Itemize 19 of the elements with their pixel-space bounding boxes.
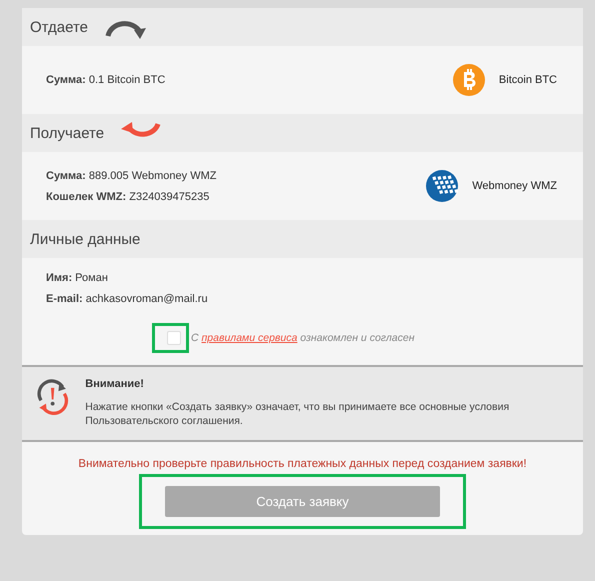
info-line: Сумма: 0.1 Bitcoin BTC — [46, 74, 166, 86]
bitcoin-icon — [452, 64, 485, 96]
checkbox[interactable] — [167, 331, 181, 345]
info-line: E-mail: achkasovroman@mail.ru — [46, 293, 209, 305]
section-title: Отдаете — [30, 18, 88, 36]
rules-link[interactable]: правилами сервиса — [202, 332, 298, 344]
notice-title: Внимание! — [85, 378, 145, 390]
info-line: Сумма: 889.005 Webmoney WMZ — [46, 170, 216, 182]
info-line: Имя: Роман — [46, 272, 109, 284]
agreement-text: С правилами сервиса ознакомлен и согласен — [191, 332, 414, 344]
globe-icon — [426, 170, 458, 202]
warning-text: Внимательно проверьте правильность платежных данных перед созданием заявки! — [78, 458, 527, 470]
section-title: Получаете — [30, 124, 104, 142]
currency-name: Bitcoin BTC — [498, 74, 557, 86]
warning-icon — [36, 377, 70, 417]
section-title: Личные данные — [30, 230, 140, 248]
currency-name: Webmoney WMZ — [472, 180, 557, 192]
info-line: Кошелек WMZ: Z324039475235 — [46, 190, 210, 202]
notice-text: Нажатие кнопки «Создать заявку» означает, что вы принимаете все основные условия Пользовательского соглашения. — [85, 401, 510, 428]
